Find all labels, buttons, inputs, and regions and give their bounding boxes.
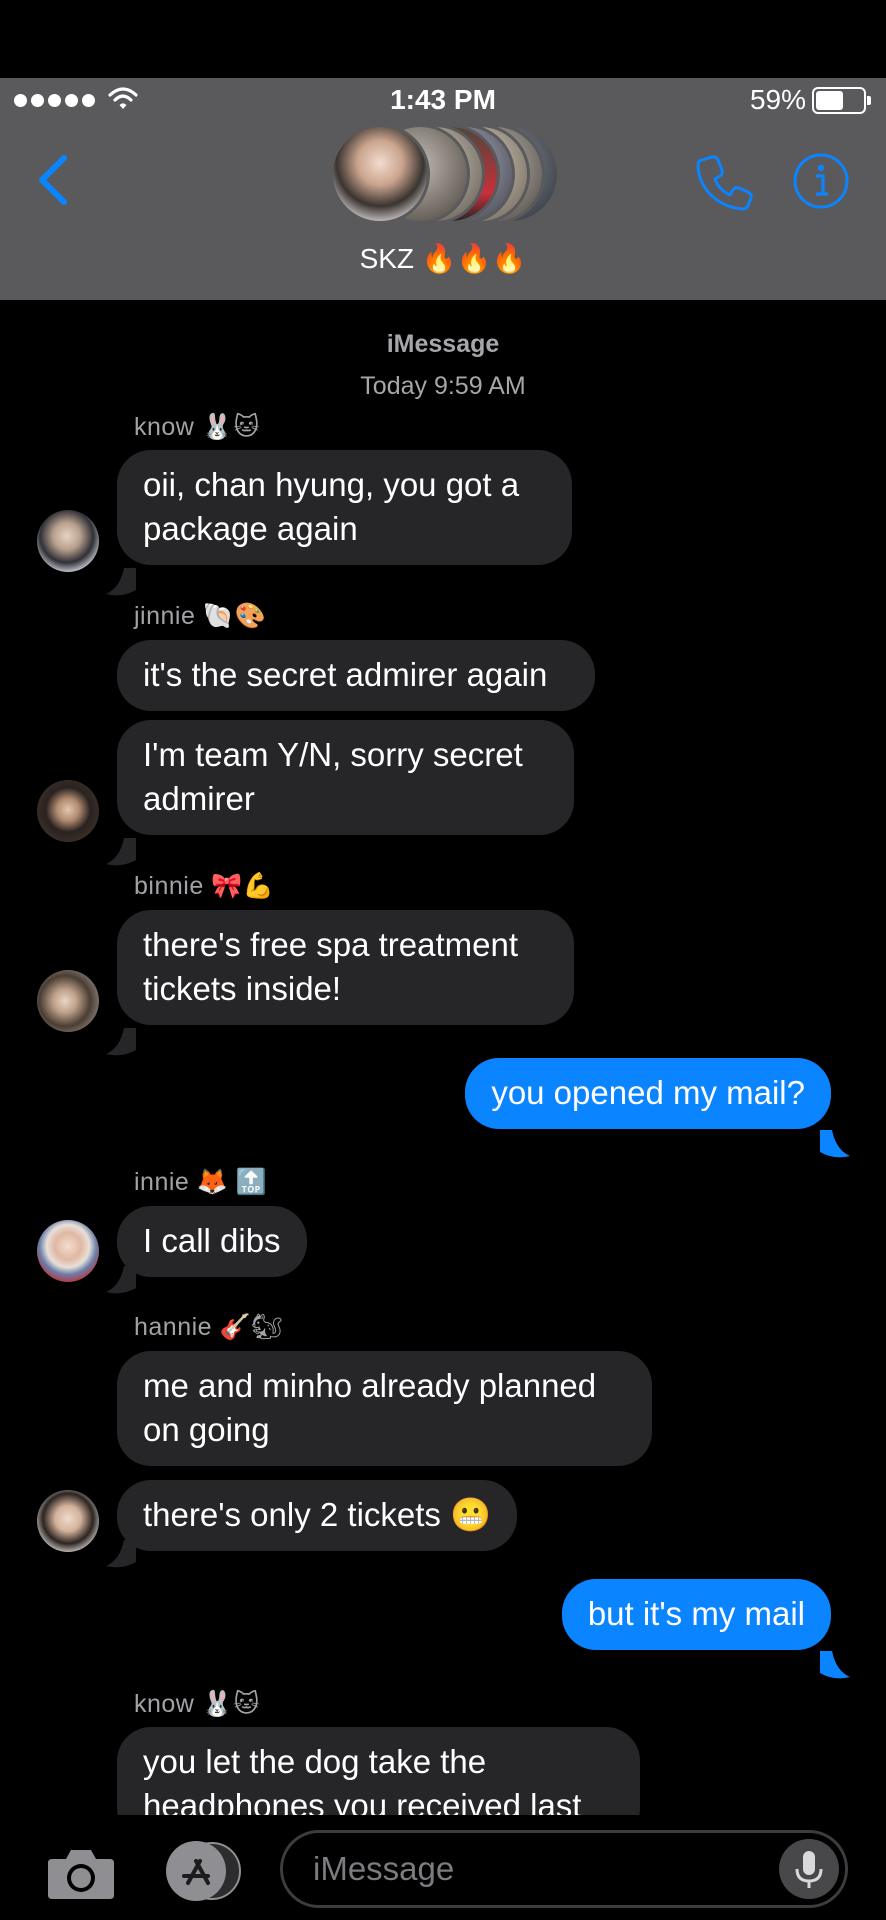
- service-label: iMessage: [386, 330, 500, 358]
- message-input-field[interactable]: [280, 1830, 848, 1908]
- bubble-tail: [106, 568, 136, 596]
- message-bubble[interactable]: it's the secret admirer again: [117, 640, 595, 711]
- message-bubble[interactable]: oii, chan hyung, you got a package again: [117, 450, 572, 565]
- info-icon[interactable]: [792, 152, 850, 210]
- message-bubble[interactable]: I call dibs: [117, 1206, 307, 1277]
- battery-percentage: 59%: [749, 84, 806, 115]
- message-bubble[interactable]: you let the dog take the headphones you …: [117, 1727, 640, 1815]
- group-avatar-stack[interactable]: [330, 124, 560, 224]
- camera-icon[interactable]: [46, 1845, 116, 1901]
- avatar: [37, 1220, 99, 1282]
- message-bubble[interactable]: there's only 2 tickets 😬: [117, 1480, 518, 1551]
- phone-icon[interactable]: [694, 152, 754, 212]
- avatar: [37, 510, 99, 572]
- avatar: [330, 124, 430, 224]
- message-input[interactable]: [313, 1843, 753, 1895]
- battery-icon: [812, 87, 871, 114]
- message-bubble[interactable]: me and minho already planned on going: [117, 1351, 652, 1466]
- sender-name: know 🐰🐱: [134, 1690, 260, 1718]
- message-composer: [0, 1815, 886, 1920]
- message-bubble[interactable]: I'm team Y/N, sorry secret admirer: [117, 720, 574, 835]
- chevron-left-icon[interactable]: [34, 152, 74, 208]
- timestamp: Today 9:59 AM: [360, 372, 526, 400]
- sender-name: hannie 🎸🐿: [134, 1313, 284, 1341]
- avatar: [37, 1490, 99, 1552]
- bubble-tail: [820, 1130, 850, 1158]
- avatar: [37, 970, 99, 1032]
- message-bubble-outgoing[interactable]: you opened my mail?: [465, 1058, 831, 1129]
- message-thread[interactable]: iMessage Today 9:59 AM know 🐰🐱 oii, chan…: [0, 300, 886, 1815]
- avatar: [37, 780, 99, 842]
- bubble-tail: [106, 1028, 136, 1056]
- sender-name: know 🐰🐱: [134, 413, 260, 441]
- bubble-tail: [106, 838, 136, 866]
- status-bar: 1:43 PM 59%: [0, 78, 886, 124]
- group-name[interactable]: SKZ 🔥🔥🔥: [0, 242, 886, 275]
- sender-name: binnie 🎀💪: [134, 872, 275, 900]
- microphone-button[interactable]: [779, 1839, 839, 1899]
- sender-name: innie 🦊 🔝: [134, 1168, 268, 1196]
- app-store-icon[interactable]: [162, 1841, 242, 1901]
- message-bubble[interactable]: there's free spa treatment tickets insid…: [117, 910, 574, 1025]
- sender-name: jinnie 🐚🎨: [134, 602, 267, 630]
- microphone-icon: [795, 1851, 823, 1888]
- message-bubble-outgoing[interactable]: but it's my mail: [561, 1579, 831, 1650]
- bubble-tail: [820, 1651, 850, 1679]
